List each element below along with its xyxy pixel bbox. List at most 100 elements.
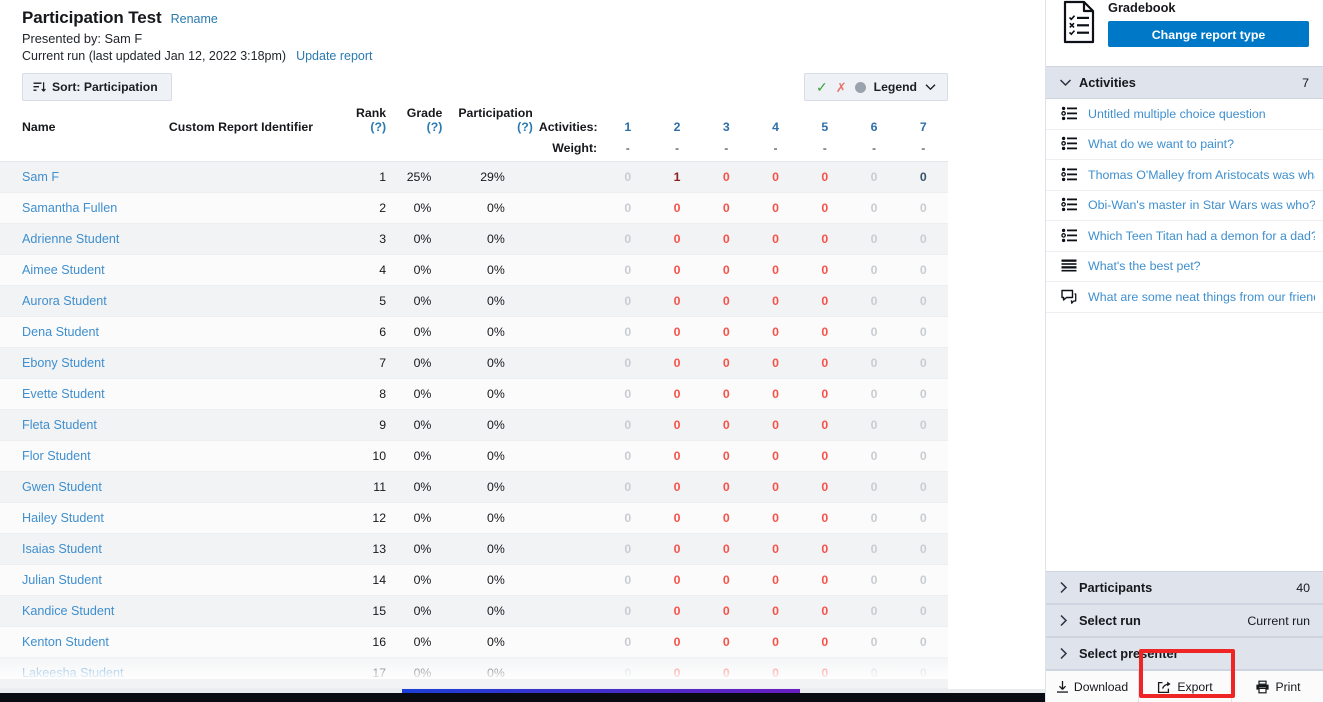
participant-link[interactable]: Adrienne Student xyxy=(22,232,119,246)
cell-activity-1: 0 xyxy=(603,161,653,193)
table-row[interactable]: Gwen Student 11 0% 0% 0 0 0 0 0 0 0 xyxy=(0,471,948,503)
participant-link[interactable]: Julian Student xyxy=(22,573,102,587)
participant-link[interactable]: Evette Student xyxy=(22,387,105,401)
col-header-activity-1[interactable]: 1 xyxy=(603,106,652,139)
cell-activity-2: 0 xyxy=(652,347,702,379)
change-report-type-button[interactable]: Change report type xyxy=(1108,21,1309,47)
col-header-activity-2[interactable]: 2 xyxy=(652,106,701,139)
cell-activities-spacer xyxy=(538,254,604,286)
participant-link[interactable]: Samantha Fullen xyxy=(22,201,117,215)
cell-participation: 0% xyxy=(448,440,539,472)
table-row[interactable]: Evette Student 8 0% 0% 0 0 0 0 0 0 0 xyxy=(0,378,948,410)
activity-list-item[interactable]: Obi-Wan's master in Star Wars was who? xyxy=(1046,191,1323,221)
table-row[interactable]: Julian Student 14 0% 0% 0 0 0 0 0 0 0 xyxy=(0,564,948,596)
col-header-grade[interactable]: Grade (?) xyxy=(392,106,448,139)
print-button[interactable]: Print xyxy=(1231,670,1323,702)
col-header-name[interactable]: Name xyxy=(0,106,153,139)
rank-help-icon[interactable]: (?) xyxy=(370,120,386,134)
cell-activity-4: 0 xyxy=(750,192,801,224)
col-header-activity-6[interactable]: 6 xyxy=(849,106,898,139)
table-row[interactable]: Aimee Student 4 0% 0% 0 0 0 0 0 0 0 xyxy=(0,254,948,286)
participation-help-icon[interactable]: (?) xyxy=(517,120,533,134)
cell-rank: 7 xyxy=(337,347,393,379)
sidebar-section-select-run[interactable]: Select run Current run xyxy=(1046,604,1323,637)
participant-link[interactable]: Sam F xyxy=(22,170,59,184)
participant-link[interactable]: Flor Student xyxy=(22,449,91,463)
participant-link[interactable]: Gwen Student xyxy=(22,480,102,494)
cell-activity-5: 0 xyxy=(800,626,850,658)
table-row[interactable]: Ebony Student 7 0% 0% 0 0 0 0 0 0 0 xyxy=(0,347,948,379)
participant-link[interactable]: Fleta Student xyxy=(22,418,97,432)
cell-rank: 17 xyxy=(337,657,393,689)
participant-link[interactable]: Kandice Student xyxy=(22,604,114,618)
cell-grade: 0% xyxy=(392,409,449,441)
col-header-activity-4[interactable]: 4 xyxy=(751,106,800,139)
participant-link[interactable]: Aimee Student xyxy=(22,263,105,277)
table-row[interactable]: Flor Student 10 0% 0% 0 0 0 0 0 0 0 xyxy=(0,440,948,472)
download-button[interactable]: Download xyxy=(1046,671,1138,702)
col-header-rank[interactable]: Rank (?) xyxy=(338,106,392,139)
cell-activity-5: 0 xyxy=(800,409,850,441)
table-row[interactable]: Lakeesha Student 17 0% 0% 0 0 0 0 0 0 0 xyxy=(0,657,948,689)
participant-link[interactable]: Hailey Student xyxy=(22,511,104,525)
legend-button[interactable]: ✓ ✗ Legend xyxy=(804,73,948,101)
sort-button[interactable]: Sort: Participation xyxy=(22,73,172,101)
col-header-custom-report-identifier[interactable]: Custom Report Identifier xyxy=(169,106,338,139)
cell-spacer xyxy=(152,409,169,441)
table-row[interactable]: Kandice Student 15 0% 0% 0 0 0 0 0 0 0 xyxy=(0,595,948,627)
col-header-activity-7[interactable]: 7 xyxy=(899,106,948,139)
participant-link[interactable]: Aurora Student xyxy=(22,294,107,308)
cell-name: Dena Student xyxy=(0,316,153,348)
cell-activity-6: 0 xyxy=(849,192,899,224)
cell-activities-spacer xyxy=(538,409,604,441)
activity-list-item[interactable]: What are some neat things from our frien… xyxy=(1046,282,1323,313)
cell-grade: 0% xyxy=(392,285,449,317)
table-row[interactable]: Aurora Student 5 0% 0% 0 0 0 0 0 0 0 xyxy=(0,285,948,317)
table-row[interactable]: Sam F 1 25% 29% 0 1 0 0 0 0 0 xyxy=(0,161,948,193)
cell-activity-2: 0 xyxy=(652,440,702,472)
cell-activity-2: 0 xyxy=(652,657,702,689)
gradebook-table-scroll[interactable]: Name Custom Report Identifier Rank (?) G… xyxy=(0,106,948,691)
activity-list-item[interactable]: Untitled multiple choice question xyxy=(1046,99,1323,130)
participant-link[interactable]: Lakeesha Student xyxy=(22,666,124,680)
col-header-participation[interactable]: Participation (?) xyxy=(448,106,538,139)
table-row[interactable]: Dena Student 6 0% 0% 0 0 0 0 0 0 0 xyxy=(0,316,948,348)
print-icon xyxy=(1255,680,1270,694)
activity-label: Which Teen Titan had a demon for a dad? xyxy=(1088,228,1315,243)
table-row[interactable]: Hailey Student 12 0% 0% 0 0 0 0 0 0 0 xyxy=(0,502,948,534)
cell-activity-5: 0 xyxy=(800,657,850,689)
activity-list-item[interactable]: What do we want to paint? xyxy=(1046,130,1323,160)
table-row[interactable]: Adrienne Student 3 0% 0% 0 0 0 0 0 0 0 xyxy=(0,223,948,255)
sidebar-section-participants[interactable]: Participants 40 xyxy=(1046,571,1323,604)
activity-list-item[interactable]: What's the best pet? xyxy=(1046,252,1323,282)
cell-grade: 0% xyxy=(392,347,449,379)
col-header-activity-3[interactable]: 3 xyxy=(702,106,751,139)
participant-link[interactable]: Ebony Student xyxy=(22,356,105,370)
sidebar-section-select-presenter[interactable]: Select presenter xyxy=(1046,637,1323,670)
cell-activity-2: 0 xyxy=(652,223,702,255)
cell-custom-report-identifier xyxy=(168,595,338,627)
table-row[interactable]: Isaias Student 13 0% 0% 0 0 0 0 0 0 0 xyxy=(0,533,948,565)
rename-link[interactable]: Rename xyxy=(171,12,218,26)
activity-list-item[interactable]: Which Teen Titan had a demon for a dad? xyxy=(1046,221,1323,252)
cell-spacer xyxy=(152,626,169,658)
cell-activity-4: 0 xyxy=(750,626,801,658)
table-row[interactable]: Kenton Student 16 0% 0% 0 0 0 0 0 0 0 xyxy=(0,626,948,658)
activity-label: What do we want to paint? xyxy=(1088,137,1235,152)
participant-link[interactable]: Kenton Student xyxy=(22,635,109,649)
participant-link[interactable]: Isaias Student xyxy=(22,542,102,556)
export-button[interactable]: Export xyxy=(1138,670,1231,702)
activity-list-item[interactable]: Thomas O'Malley from Aristocats was what… xyxy=(1046,160,1323,191)
cell-rank: 10 xyxy=(337,440,393,472)
table-row[interactable]: Samantha Fullen 2 0% 0% 0 0 0 0 0 0 0 xyxy=(0,192,948,224)
grade-help-icon[interactable]: (?) xyxy=(427,120,443,134)
cell-rank: 15 xyxy=(337,595,393,627)
sidebar-section-activities[interactable]: Activities 7 xyxy=(1046,66,1323,99)
update-report-link[interactable]: Update report xyxy=(296,49,372,63)
participants-section-title: Participants xyxy=(1079,580,1153,595)
cell-activity-3: 0 xyxy=(701,440,751,472)
participant-link[interactable]: Dena Student xyxy=(22,325,99,339)
table-row[interactable]: Fleta Student 9 0% 0% 0 0 0 0 0 0 0 xyxy=(0,409,948,441)
cell-activity-3: 0 xyxy=(701,502,751,534)
col-header-activity-5[interactable]: 5 xyxy=(800,106,849,139)
